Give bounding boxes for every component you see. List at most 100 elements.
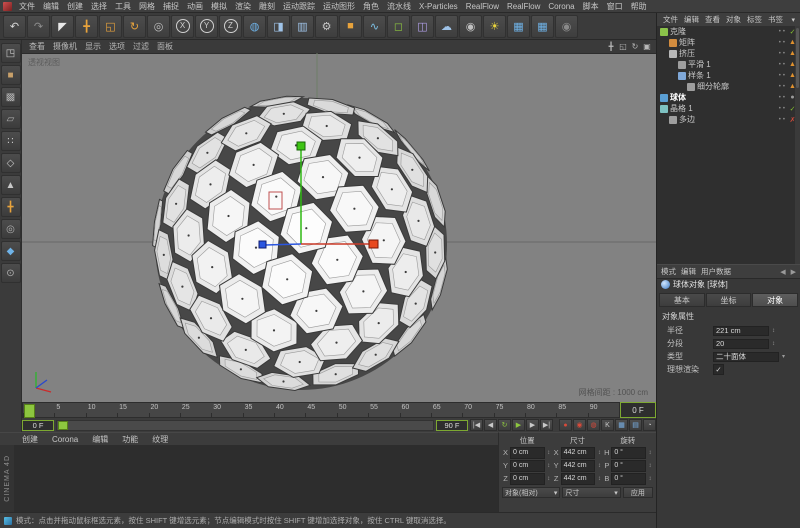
next-key-button[interactable]: ▶	[526, 419, 539, 431]
attr-tab-object[interactable]: 对象	[752, 293, 798, 307]
render-picture-viewer-button[interactable]: ▥	[291, 15, 314, 38]
history-back-icon[interactable]: ◀	[780, 268, 785, 276]
scale-tool[interactable]: ◱	[99, 15, 122, 38]
viewport-canvas[interactable]	[22, 53, 656, 402]
menu-item[interactable]: RealFlow	[503, 2, 544, 11]
coord-value-field[interactable]: 442 cm	[561, 473, 596, 485]
current-frame-marker[interactable]	[24, 404, 35, 418]
preview-range-slider[interactable]	[56, 420, 434, 431]
add-deformer-button[interactable]: ◫	[411, 15, 434, 38]
tree-item-cloner[interactable]: 克隆 •• ✓	[657, 26, 800, 37]
tree-item-spline[interactable]: 样条 1 •• ▲	[657, 70, 800, 81]
display-grid-button[interactable]: ▦	[507, 15, 530, 38]
viewport-menu-item[interactable]: 摄像机	[49, 41, 81, 52]
property-value-field[interactable]: ✓	[713, 364, 724, 375]
add-primitive-button[interactable]: ■	[339, 15, 362, 38]
solo-mode-button[interactable]: ◎	[1, 219, 21, 239]
viewport-menu-item[interactable]: 查看	[25, 41, 49, 52]
edges-mode-button[interactable]: ◇	[1, 153, 21, 173]
menu-item[interactable]: 文件	[15, 1, 39, 12]
object-manager-tab[interactable]: 编辑	[681, 14, 702, 25]
menu-item[interactable]: 流水线	[383, 1, 415, 12]
menu-item[interactable]: 动画	[183, 1, 207, 12]
tree-scrollbar[interactable]	[795, 26, 800, 264]
menu-item[interactable]: 选择	[87, 1, 111, 12]
orbit-icon[interactable]: ↻	[629, 42, 641, 51]
viewport-menu-item[interactable]: 显示	[81, 41, 105, 52]
visibility-dots-icon[interactable]: ••	[779, 95, 787, 101]
visibility-dots-icon[interactable]: ••	[779, 117, 787, 123]
display-grid2-button[interactable]: ▦	[531, 15, 554, 38]
menu-item[interactable]: 渲染	[231, 1, 255, 12]
visibility-dots-icon[interactable]: ••	[779, 29, 787, 35]
menu-item[interactable]: Corona	[544, 2, 578, 11]
workplane-lock-button[interactable]: ⊙	[1, 263, 21, 283]
autokey-button[interactable]: ◉	[573, 419, 586, 431]
add-environment-button[interactable]: ☁	[435, 15, 458, 38]
menu-item[interactable]: 雕刻	[255, 1, 279, 12]
coord-value-field[interactable]: 442 cm	[561, 447, 596, 459]
workplane-mode-button[interactable]: ▱	[1, 109, 21, 129]
attribute-mode-item[interactable]: 编辑	[681, 266, 696, 277]
menu-item[interactable]: 运动跟踪	[279, 1, 319, 12]
material-tab[interactable]: 编辑	[88, 434, 112, 445]
live-selection-tool[interactable]: ◤	[51, 15, 74, 38]
object-manager-tab[interactable]: 文件	[660, 14, 681, 25]
coord-value-field[interactable]: 0 °	[611, 460, 646, 472]
timeline-ruler[interactable]: 051015202530354045505560657075808590	[22, 402, 620, 418]
lock-y-button[interactable]: Y	[195, 15, 218, 38]
coord-value-field[interactable]: 0 cm	[510, 460, 545, 472]
stepper-icon[interactable]: ↕	[647, 476, 653, 482]
material-tab[interactable]: 功能	[118, 434, 142, 445]
attribute-mode-item[interactable]: 用户数据	[701, 266, 731, 277]
tree-item-outline[interactable]: 细分轮廓 •• ▲	[657, 81, 800, 92]
coord-value-field[interactable]: 0 cm	[510, 447, 545, 459]
render-view-button[interactable]: ◨	[267, 15, 290, 38]
current-frame-field[interactable]: 0 F	[620, 402, 656, 418]
visibility-dots-icon[interactable]: ••	[779, 84, 787, 90]
polygons-mode-button[interactable]: ▲	[1, 175, 21, 195]
menu-item[interactable]: 模拟	[207, 1, 231, 12]
rotate-tool[interactable]: ↻	[123, 15, 146, 38]
menu-item[interactable]: 运动图形	[319, 1, 359, 12]
maximize-icon[interactable]: ▣	[641, 42, 653, 51]
time-button[interactable]: ◔	[643, 419, 656, 431]
menu-item[interactable]: 工具	[111, 1, 135, 12]
stepper-icon[interactable]: ↕	[546, 463, 552, 469]
menu-item[interactable]: 网格	[135, 1, 159, 12]
property-control-icon[interactable]: ↕	[769, 341, 778, 347]
loop-button[interactable]: ↻	[498, 419, 511, 431]
render-settings-button[interactable]: ⚙	[315, 15, 338, 38]
object-manager-tab[interactable]: 查看	[702, 14, 723, 25]
viewport-menu-item[interactable]: 选项	[105, 41, 129, 52]
coord-value-field[interactable]: 0 cm	[510, 473, 545, 485]
make-editable-button[interactable]: ◳	[1, 43, 21, 63]
redo-button[interactable]: ↷	[27, 15, 50, 38]
goto-start-button[interactable]: |◀	[470, 419, 483, 431]
film-camera-button[interactable]: ◉	[555, 15, 578, 38]
tree-item-matrix[interactable]: 矩阵 •• ▲	[657, 37, 800, 48]
range-end-field[interactable]: 90 F	[436, 420, 468, 431]
lock-z-button[interactable]: Z	[219, 15, 242, 38]
tree-item-polygon[interactable]: 多边 •• ✗	[657, 114, 800, 125]
undo-button[interactable]: ↶	[3, 15, 26, 38]
add-spline-button[interactable]: ∿	[363, 15, 386, 38]
menu-item[interactable]: 脚本	[579, 1, 603, 12]
record-keyframe-button[interactable]: ●	[559, 419, 572, 431]
model-mode-button[interactable]: ■	[1, 65, 21, 85]
last-tool-button[interactable]: ◎	[147, 15, 170, 38]
material-tab[interactable]: Corona	[48, 435, 82, 444]
viewport-menu-item[interactable]: 过滤	[129, 41, 153, 52]
panel-options-icon[interactable]: ▾	[791, 16, 797, 24]
property-value-field[interactable]: 221 cm	[713, 326, 769, 336]
play-button[interactable]: ▶	[512, 419, 525, 431]
apply-button[interactable]: 应用	[623, 487, 653, 498]
keyframe-selection-button[interactable]: K	[601, 419, 614, 431]
zoom-icon[interactable]: ◱	[617, 42, 629, 51]
add-camera-button[interactable]: ◉	[459, 15, 482, 38]
prev-key-button[interactable]: ◀	[484, 419, 497, 431]
range-handle[interactable]	[58, 421, 68, 430]
snap-button[interactable]: ◆	[1, 241, 21, 261]
goto-end-button[interactable]: ▶|	[540, 419, 553, 431]
property-control-icon[interactable]: ↕	[769, 328, 778, 334]
